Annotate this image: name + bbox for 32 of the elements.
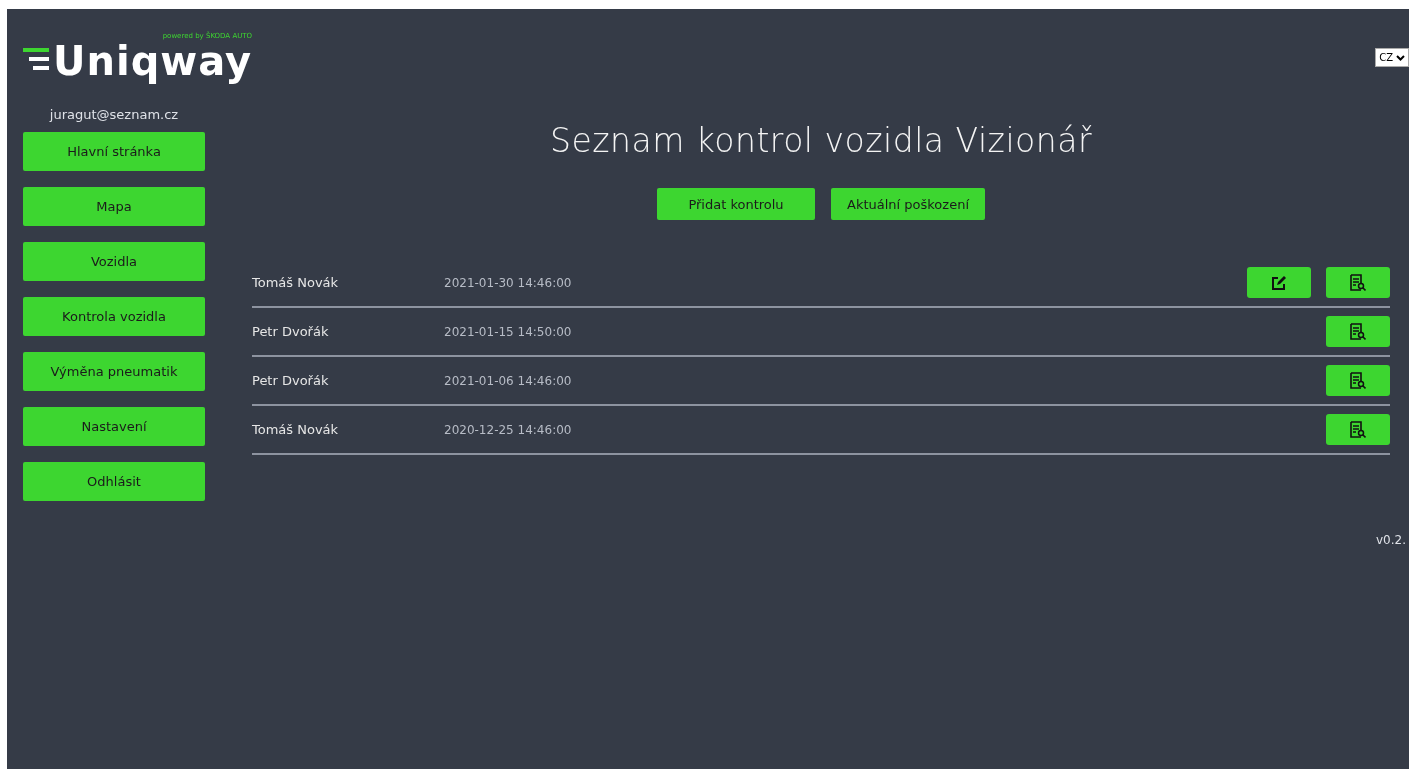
nav-button[interactable]: Hlavní stránka — [23, 132, 205, 171]
view-button[interactable] — [1326, 267, 1390, 298]
inspection-date: 2021-01-15 14:50:00 — [444, 324, 572, 339]
view-button[interactable] — [1326, 365, 1390, 396]
edit-icon — [1271, 274, 1287, 291]
version-label: v0.2. — [1376, 533, 1406, 547]
nav-button[interactable]: Odhlásit — [23, 462, 205, 501]
nav-button[interactable]: Vozidla — [23, 242, 205, 281]
document-search-icon — [1350, 322, 1366, 341]
inspection-date: 2020-12-25 14:46:00 — [444, 422, 572, 437]
nav-button[interactable]: Mapa — [23, 187, 205, 226]
inspection-date: 2021-01-06 14:46:00 — [444, 373, 572, 388]
view-button[interactable] — [1326, 316, 1390, 347]
nav-button[interactable]: Kontrola vozidla — [23, 297, 205, 336]
inspector-name: Petr Dvořák — [252, 324, 330, 339]
nav-button[interactable]: Výměna pneumatik — [23, 352, 205, 391]
action-button[interactable]: Přidat kontrolu — [657, 188, 815, 220]
inspector-name: Tomáš Novák — [252, 422, 340, 437]
inspector-name: Tomáš Novák — [252, 275, 340, 290]
inspection-date: 2021-01-30 14:46:00 — [444, 275, 572, 290]
document-search-icon — [1350, 420, 1366, 439]
document-search-icon — [1350, 273, 1366, 292]
document-search-icon — [1350, 371, 1366, 390]
nav-button[interactable]: Nastavení — [23, 407, 205, 446]
language-select[interactable]: CZ — [1375, 48, 1409, 67]
edit-button[interactable] — [1247, 267, 1311, 298]
inspector-name: Petr Dvořák — [252, 373, 330, 388]
action-button[interactable]: Aktuální poškození — [831, 188, 985, 220]
page-title: Seznam kontrol vozidla Vizionář — [549, 121, 1093, 160]
view-button[interactable] — [1326, 414, 1390, 445]
user-email: juragut@seznam.cz — [48, 107, 180, 122]
chevron-down-icon — [1396, 54, 1405, 61]
